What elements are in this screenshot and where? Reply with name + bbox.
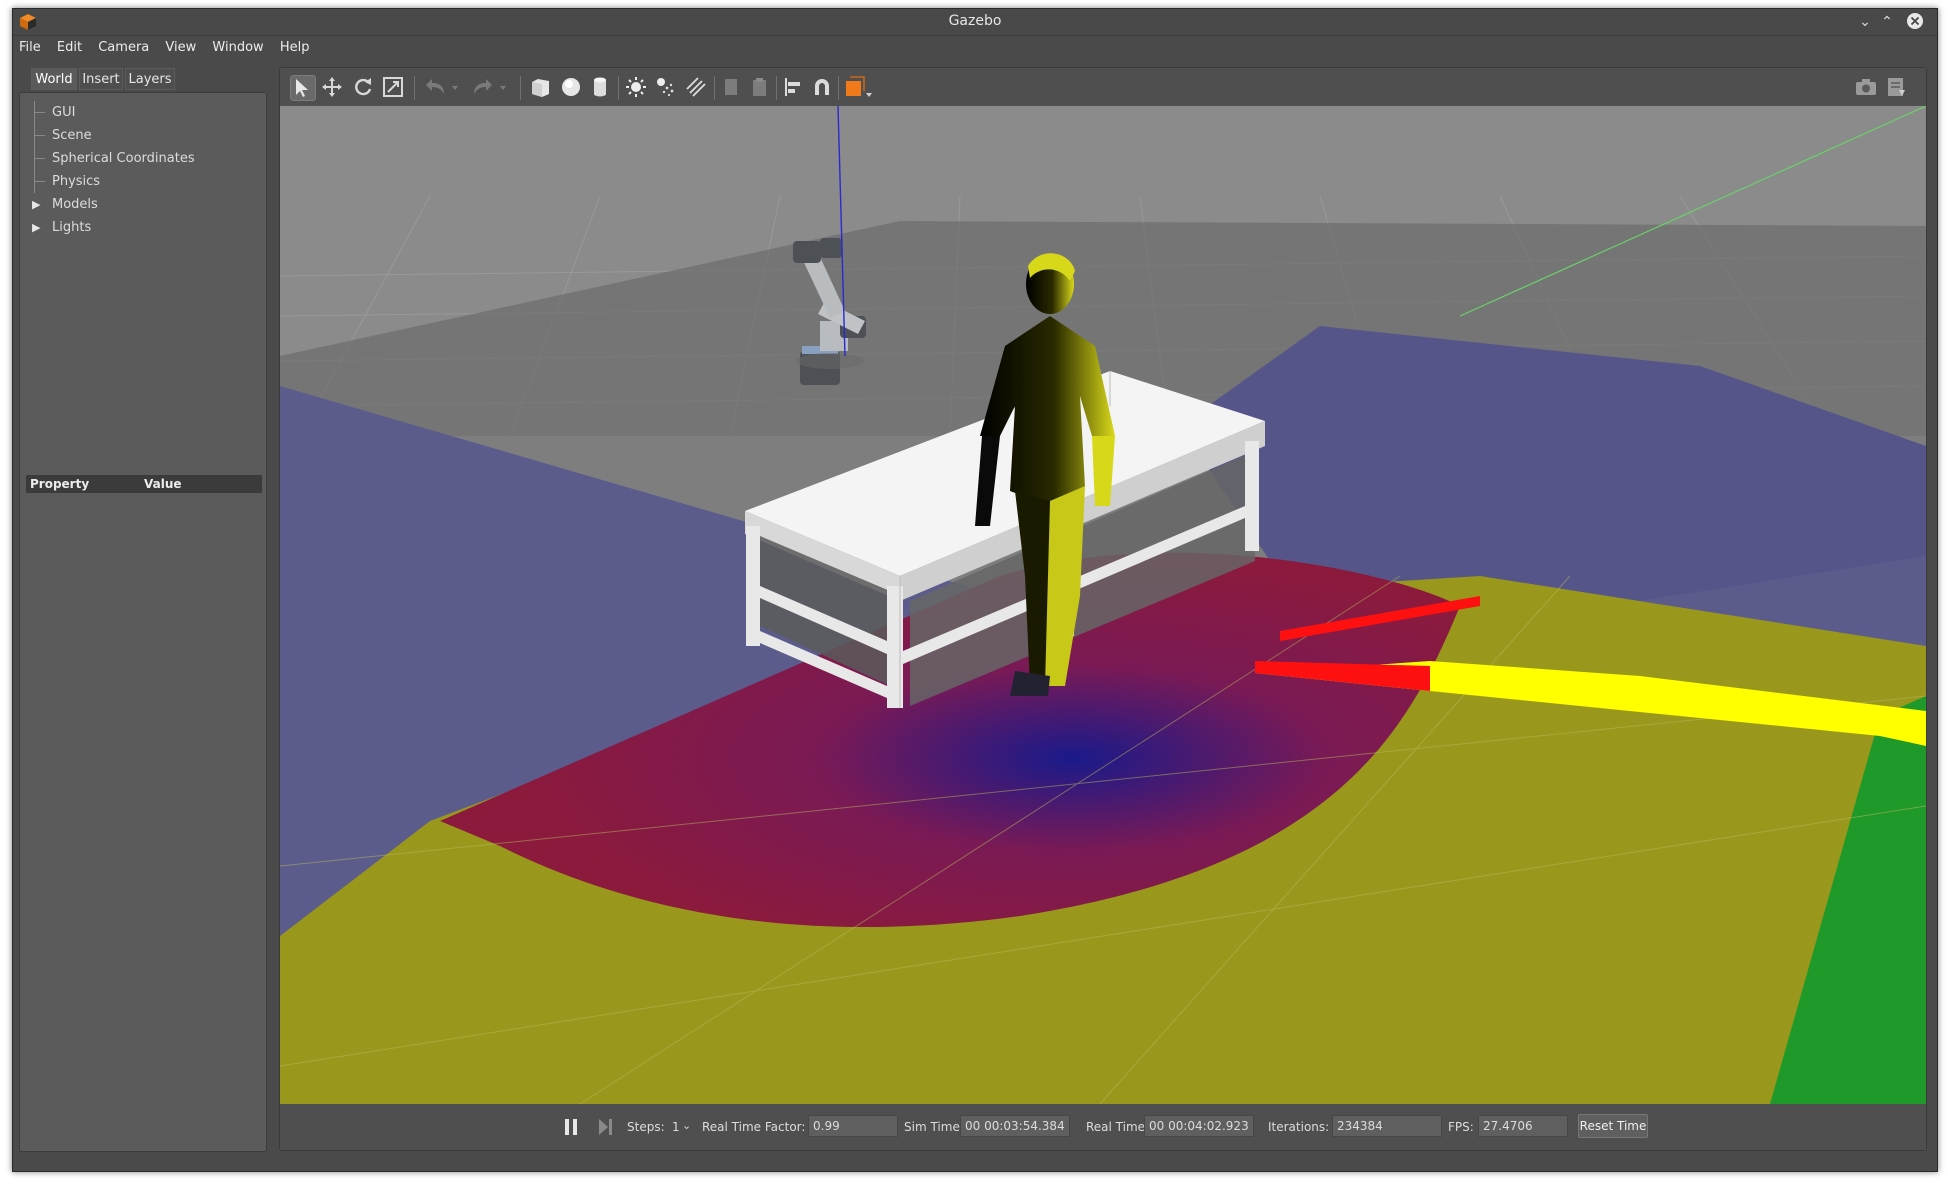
menu-bar: File Edit Camera View Window Help (13, 36, 1937, 60)
tree-item-spherical-coordinates[interactable]: Spherical Coordinates (30, 147, 195, 170)
undo-icon[interactable] (422, 75, 458, 101)
sphere-icon[interactable] (559, 75, 585, 101)
menu-edit[interactable]: Edit (51, 36, 88, 59)
tree-item-label: Models (52, 197, 98, 212)
tree-item-label: Physics (52, 174, 101, 189)
sim-time-label: Sim Time: (904, 1120, 964, 1134)
left-panel: World Insert Layers GUI Scene Spherical … (19, 66, 267, 1152)
iterations-field: 234384 (1332, 1115, 1442, 1137)
tab-world[interactable]: World (31, 68, 77, 90)
iterations-label: Iterations: (1268, 1120, 1330, 1134)
redo-icon[interactable] (470, 75, 506, 101)
main-area: Steps: 1 ⌄ Real Time Factor: 0.99 Sim Ti… (279, 67, 1927, 1151)
menu-file[interactable]: File (13, 36, 47, 59)
steps-value[interactable]: 1 (672, 1120, 680, 1134)
sim-time-field: 00 00:03:54.384 (960, 1115, 1070, 1137)
fps-label: FPS: (1448, 1120, 1474, 1134)
menu-view[interactable]: View (159, 36, 202, 59)
reset-time-button[interactable]: Reset Time (1578, 1114, 1648, 1138)
snap-icon[interactable] (810, 75, 836, 101)
rtf-label: Real Time Factor: (702, 1120, 806, 1134)
real-time-label: Real Time: (1086, 1120, 1150, 1134)
copy-icon[interactable] (720, 75, 746, 101)
window-title: Gazebo (948, 13, 1002, 29)
tree-item-label: Spherical Coordinates (52, 151, 195, 166)
scene-render (280, 106, 1926, 1104)
minimize-icon[interactable]: ⌄ (1855, 12, 1875, 32)
screenshot-icon[interactable] (1854, 75, 1880, 101)
menu-help[interactable]: Help (274, 36, 316, 59)
directional-light-icon[interactable] (684, 75, 710, 101)
rotate-icon[interactable] (351, 75, 377, 101)
spot-light-icon[interactable] (654, 75, 680, 101)
world-panel: GUI Scene Spherical Coordinates Physics … (19, 92, 267, 1152)
menu-window[interactable]: Window (206, 36, 269, 59)
close-icon[interactable] (1905, 12, 1925, 32)
value-column-header: Value (144, 477, 182, 491)
point-light-icon[interactable] (624, 75, 650, 101)
title-bar: Gazebo ⌄ ⌃ (13, 9, 1937, 36)
property-table-header: Property Value (26, 475, 262, 493)
tree-item-physics[interactable]: Physics (30, 170, 195, 193)
select-arrow-icon[interactable] (290, 75, 316, 101)
rtf-field: 0.99 (808, 1115, 898, 1137)
fps-field: 27.4706 (1478, 1115, 1568, 1137)
paste-icon[interactable] (748, 75, 774, 101)
toolbar (280, 68, 1926, 106)
translate-icon[interactable] (320, 75, 346, 101)
cylinder-icon[interactable] (588, 75, 614, 101)
scale-icon[interactable] (381, 75, 407, 101)
box-icon[interactable] (528, 75, 554, 101)
menu-camera[interactable]: Camera (92, 36, 155, 59)
tree-item-label: Scene (52, 128, 92, 143)
tree-item-scene[interactable]: Scene (30, 124, 195, 147)
tree-item-label: Lights (52, 220, 92, 235)
pause-icon[interactable] (563, 1118, 579, 1136)
world-tree: GUI Scene Spherical Coordinates Physics … (30, 101, 195, 239)
real-time-field: 00 00:04:02.923 (1144, 1115, 1254, 1137)
step-icon[interactable] (598, 1118, 614, 1136)
3d-viewport[interactable] (280, 106, 1926, 1104)
property-column-header: Property (30, 477, 90, 491)
tree-item-gui[interactable]: GUI (30, 101, 195, 124)
tree-item-label: GUI (52, 105, 76, 120)
log-icon[interactable] (1884, 75, 1910, 101)
maximize-icon[interactable]: ⌃ (1877, 12, 1897, 32)
tab-insert[interactable]: Insert (79, 68, 123, 90)
expand-arrow-icon[interactable]: ▶ (32, 216, 40, 239)
tree-item-lights[interactable]: ▶ Lights (30, 216, 195, 239)
chevron-down-icon[interactable]: ⌄ (682, 1119, 691, 1132)
expand-arrow-icon[interactable]: ▶ (32, 193, 40, 216)
time-panel: Steps: 1 ⌄ Real Time Factor: 0.99 Sim Ti… (280, 1104, 1926, 1150)
align-icon[interactable] (782, 75, 808, 101)
steps-label: Steps: (627, 1120, 665, 1134)
view-angle-icon[interactable] (844, 75, 872, 101)
gazebo-window: Gazebo ⌄ ⌃ File Edit Camera View Window … (12, 8, 1938, 1172)
tab-layers[interactable]: Layers (125, 68, 175, 90)
tree-item-models[interactable]: ▶ Models (30, 193, 195, 216)
